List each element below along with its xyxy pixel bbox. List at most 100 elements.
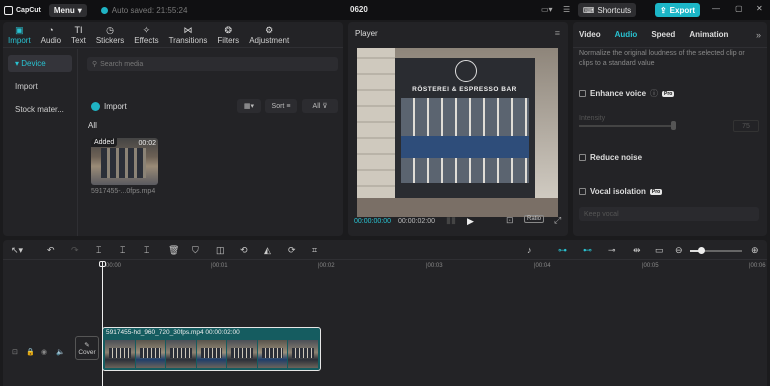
sort-button[interactable]: Sort ≡ (265, 99, 297, 113)
shortcuts-button[interactable]: ⌨ Shortcuts (578, 3, 636, 17)
mirror-icon[interactable]: ◭ (264, 245, 271, 256)
preview-sign-text: RÖSTEREI & ESPRESSO BAR (412, 86, 517, 93)
chevron-down-icon: ▾ (77, 5, 82, 15)
menu-icon[interactable]: ≡ (555, 28, 560, 38)
zoom-out-icon[interactable]: ⊖ (675, 245, 683, 256)
delete-icon[interactable]: 🗑 (168, 245, 179, 256)
sidebar-item-device[interactable]: ▾ Device (8, 55, 72, 72)
tab-video[interactable]: Video (579, 30, 601, 39)
playhead[interactable] (102, 262, 103, 386)
more-tabs-icon[interactable]: » (756, 30, 761, 40)
sidebar-item-stock-material[interactable]: Stock mater... (8, 101, 72, 118)
lock-track-icon[interactable]: ⊡ (12, 348, 18, 356)
close-icon[interactable]: ✕ (756, 4, 763, 13)
media-thumbnail[interactable]: Added 00:02 (91, 138, 158, 185)
freeze-icon[interactable]: ◫ (216, 245, 225, 256)
import-label: Import (104, 102, 127, 111)
select-tool-icon[interactable]: ↖▾ (11, 245, 23, 256)
import-button[interactable]: Import (91, 102, 127, 111)
microphone-icon[interactable]: ♪ (527, 245, 532, 255)
tab-label: Stickers (95, 35, 125, 45)
tab-label: Adjustment (249, 35, 290, 45)
autosave-text: Auto saved: 21:55:24 (111, 5, 188, 15)
keep-vocal-select[interactable]: Keep vocal (579, 207, 759, 221)
view-mode-button[interactable]: ▦▾ (237, 99, 261, 113)
enhance-voice-checkbox[interactable] (579, 90, 586, 97)
redo-icon[interactable]: ↷ (71, 245, 79, 256)
filter-button[interactable]: All ⊽ (302, 99, 338, 113)
reduce-noise-option[interactable]: Reduce noise (579, 153, 642, 162)
play-button[interactable]: ▶ (467, 216, 474, 227)
enhance-voice-option[interactable]: Enhance voice ⓘ Pro (579, 88, 675, 99)
tab-import[interactable]: ▣ Import (3, 22, 36, 47)
hide-track-icon[interactable]: ◉ (41, 348, 47, 356)
cloud-saved-icon (100, 6, 108, 14)
tab-adjustment[interactable]: ⚙ Adjustment (244, 22, 294, 47)
video-preview[interactable]: RÖSTEREI & ESPRESSO BAR (357, 48, 558, 217)
vocal-isolation-option[interactable]: Vocal isolation Pro (579, 187, 663, 196)
clip-frame (227, 340, 257, 368)
tab-transitions[interactable]: ⋈ Transitions (164, 22, 213, 47)
fullscreen-icon[interactable]: ⤢ (554, 215, 561, 226)
tab-audio[interactable]: ◔ Audio (36, 22, 66, 47)
project-title[interactable]: 0620 (350, 5, 368, 14)
mark-icon[interactable]: ⛉ (192, 245, 199, 256)
crop-icon[interactable]: ⌗ (312, 245, 317, 256)
tab-filters[interactable]: ❂ Filters (212, 22, 244, 47)
split-left-icon[interactable]: ⌶ (120, 245, 125, 256)
search-input[interactable]: ⚲ Search media (87, 57, 338, 71)
timeline-ruler[interactable]: 00:00 |00:01 |00:02 |00:03 |00:04 |00:05… (103, 262, 767, 274)
zoom-slider-handle[interactable] (698, 247, 705, 254)
app-name: CapCut (16, 6, 41, 14)
vocal-isolation-checkbox[interactable] (579, 188, 586, 195)
auto-snap-icon[interactable]: ⊷ (583, 245, 592, 256)
import-icon: ▣ (15, 24, 24, 35)
tab-speed[interactable]: Speed (651, 30, 675, 39)
split-icon[interactable]: ⌶ (96, 245, 101, 256)
export-button[interactable]: ⇪ Export (655, 3, 700, 17)
preview-axis-icon[interactable]: ⇹ (633, 245, 641, 256)
lock-icon[interactable]: 🔒 (26, 348, 35, 356)
reverse-icon[interactable]: ⟲ (240, 245, 248, 256)
thumbnail-image (101, 148, 146, 178)
preview-icon[interactable]: ▭ (655, 245, 664, 256)
tab-animation[interactable]: Animation (689, 30, 728, 39)
transitions-icon: ⋈ (183, 24, 193, 35)
rotate-icon[interactable]: ⟳ (288, 245, 296, 256)
grid-view-icon: ▦▾ (243, 103, 255, 110)
cover-button[interactable]: ✎ Cover (75, 336, 99, 360)
tab-stickers[interactable]: ◷ Stickers (91, 22, 129, 47)
tab-effects[interactable]: ✧ Effects (129, 22, 163, 47)
tab-text[interactable]: TI Text (66, 22, 91, 47)
layout-icon[interactable]: ▭▾ (541, 5, 553, 14)
split-right-icon[interactable]: ⌶ (144, 245, 149, 256)
maximize-icon[interactable]: ▢ (735, 4, 743, 13)
tab-audio-details[interactable]: Audio (615, 30, 638, 39)
zoom-in-icon[interactable]: ⊕ (751, 245, 759, 256)
timeline-toolbar: ↖▾ ↶ ↷ ⌶ ⌶ ⌶ 🗑 ⛉ ◫ ⟲ ◭ ⟳ ⌗ ♪ ⊶ ⊷ ⊸ ⇹ ▭ ⊖… (3, 240, 767, 260)
main-track-magnet-icon[interactable]: ⊶ (558, 245, 567, 256)
menu-label: Menu (53, 5, 75, 15)
linkage-icon[interactable]: ⊸ (608, 245, 616, 256)
details-tabs: Video Audio Speed Animation (573, 22, 767, 48)
ruler-label: |00:05 (642, 263, 659, 269)
settings-icon[interactable]: ☰ (563, 5, 570, 14)
intensity-slider-track[interactable] (579, 125, 674, 127)
clip-frame (196, 340, 227, 368)
reduce-noise-checkbox[interactable] (579, 154, 586, 161)
mute-icon[interactable]: 🔈 (56, 348, 65, 356)
export-icon: ⇪ (659, 5, 667, 15)
fit-icon[interactable]: ⊡ (506, 215, 514, 226)
tab-label: Effects (134, 35, 159, 45)
sidebar-item-import[interactable]: Import (8, 78, 72, 95)
intensity-value[interactable]: 75 (733, 120, 759, 132)
minimize-icon[interactable]: — (712, 4, 720, 13)
timeline-panel: ↖▾ ↶ ↷ ⌶ ⌶ ⌶ 🗑 ⛉ ◫ ⟲ ◭ ⟳ ⌗ ♪ ⊶ ⊷ ⊸ ⇹ ▭ ⊖… (3, 240, 767, 386)
video-clip[interactable]: 5917455-hd_960_720_30fps.mp4 00:00:02:00 (102, 327, 321, 371)
media-sidebar: ▾ Device Import Stock mater... (3, 49, 78, 236)
undo-icon[interactable]: ↶ (47, 245, 55, 256)
menu-button[interactable]: Menu ▾ (48, 3, 87, 17)
clip-frame (135, 340, 166, 368)
intensity-slider-handle[interactable] (671, 121, 676, 130)
ratio-button[interactable]: Ratio (524, 215, 545, 223)
